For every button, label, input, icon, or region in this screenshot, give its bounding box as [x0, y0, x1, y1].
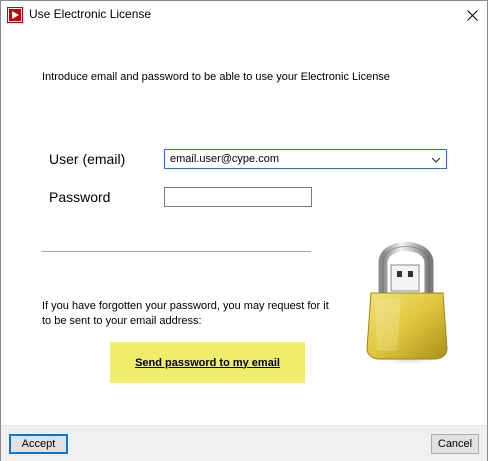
padlock-usb-icon — [366, 242, 448, 366]
title-bar: Use Electronic License — [1, 1, 487, 30]
close-button[interactable] — [457, 1, 487, 30]
password-field[interactable] — [164, 187, 312, 207]
cancel-button[interactable]: Cancel — [431, 434, 479, 454]
license-dialog: Use Electronic License Introduce email a… — [0, 0, 488, 461]
chevron-down-icon[interactable] — [430, 154, 442, 166]
password-label: Password — [49, 189, 111, 205]
send-password-button[interactable]: Send password to my email — [110, 342, 305, 383]
app-icon — [7, 7, 23, 23]
divider — [42, 251, 311, 252]
close-icon — [466, 10, 478, 21]
accept-button[interactable]: Accept — [9, 434, 68, 454]
user-email-value: email.user@cype.com — [170, 153, 279, 165]
dialog-footer: Accept Cancel — [1, 425, 487, 461]
intro-text: Introduce email and password to be able … — [42, 71, 390, 83]
forgot-password-text: If you have forgotten your password, you… — [42, 300, 329, 327]
window-title: Use Electronic License — [29, 7, 152, 21]
send-password-label: Send password to my email — [135, 356, 280, 369]
user-email-combobox[interactable]: email.user@cype.com — [164, 149, 447, 169]
user-email-label: User (email) — [49, 151, 126, 167]
